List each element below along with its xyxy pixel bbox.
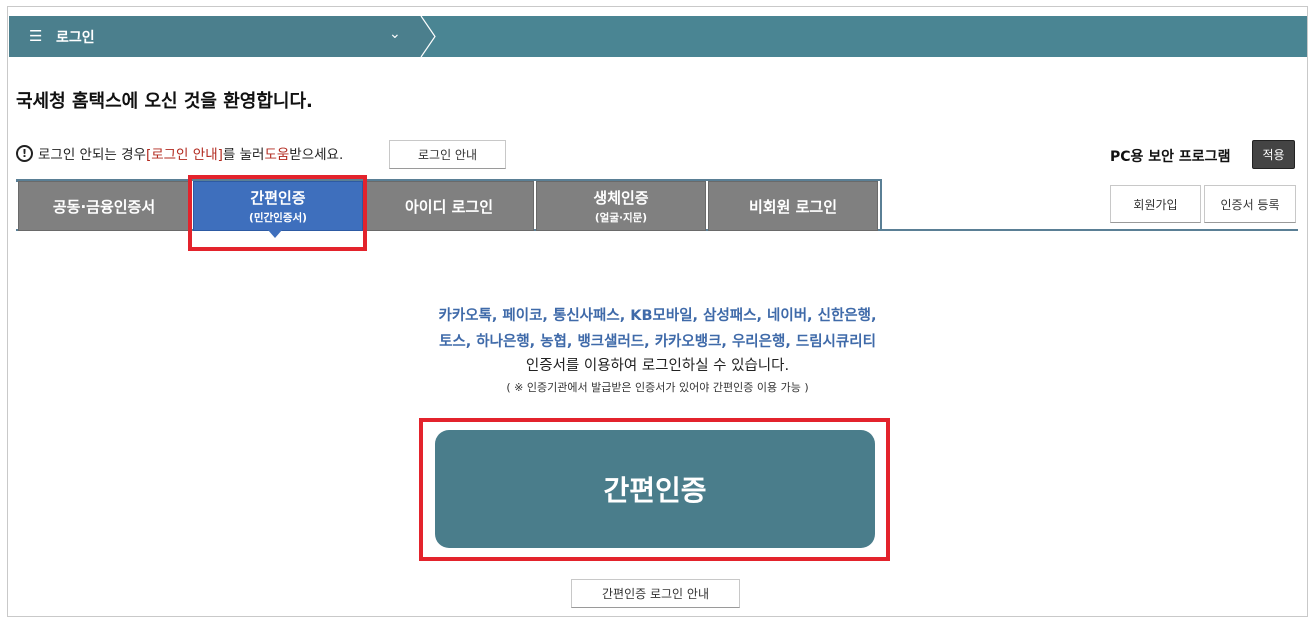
tab-sublabel: (얼굴·지문) bbox=[594, 212, 648, 224]
tab-id-login[interactable]: 아이디 로그인 bbox=[364, 181, 534, 231]
help-suffix: 받으세요. bbox=[289, 147, 344, 163]
providers-line-2: 토스, 하나은행, 농협, 뱅크샐러드, 카카오뱅크, 우리은행, 드림시큐리티 bbox=[439, 334, 876, 350]
chevron-down-icon[interactable]: ⌄ bbox=[389, 26, 401, 42]
help-word: 도움 bbox=[264, 147, 290, 163]
login-note: ( ※ 인증기관에서 발급받은 인증서가 있어야 간편인증 이용 가능 ) bbox=[506, 381, 809, 394]
menu-icon[interactable]: ☰ bbox=[29, 28, 42, 44]
help-prefix: 로그인 안되는 경우 bbox=[38, 147, 146, 163]
simple-auth-button[interactable]: 간편인증 bbox=[435, 430, 875, 548]
tab-group-right-border bbox=[880, 179, 882, 231]
tab-guest-login[interactable]: 비회원 로그인 bbox=[708, 181, 878, 231]
login-guide-button[interactable]: 로그인 안내 bbox=[389, 140, 506, 169]
register-certificate-button[interactable]: 인증서 등록 bbox=[1204, 185, 1296, 223]
join-button[interactable]: 회원가입 bbox=[1110, 185, 1201, 223]
login-tabs: 공동·금융인증서 간편인증 (민간인증서) 아이디 로그인 생체인증 (얼굴·지… bbox=[16, 179, 882, 231]
tab-label: 아이디 로그인 bbox=[404, 197, 494, 216]
security-apply-button[interactable]: 적용 bbox=[1252, 140, 1295, 169]
login-help-text: ! 로그인 안되는 경우 [로그인 안내] 를 눌러 도움 받으세요. bbox=[16, 143, 343, 163]
security-program-label: PC용 보안 프로그램 bbox=[1110, 149, 1231, 165]
top-navigation-bar: ☰ 로그인 ⌄ bbox=[9, 16, 1307, 57]
tab-joint-certificate[interactable]: 공동·금융인증서 bbox=[18, 181, 190, 231]
simple-auth-guide-button[interactable]: 간편인증 로그인 안내 bbox=[571, 579, 740, 608]
providers-line-1: 카카오톡, 페이코, 통신사패스, KB모바일, 삼성패스, 네이버, 신한은행… bbox=[438, 308, 877, 324]
welcome-heading: 국세청 홈택스에 오신 것을 환영합니다. bbox=[16, 91, 313, 112]
tab-label: 공동·금융인증서 bbox=[52, 197, 156, 216]
login-description: 인증서를 이용하여 로그인하실 수 있습니다. bbox=[525, 358, 790, 374]
breadcrumb-separator-icon bbox=[415, 16, 436, 57]
tab-label: 생체인증 bbox=[593, 189, 649, 207]
tab-biometric[interactable]: 생체인증 (얼굴·지문) bbox=[536, 181, 706, 231]
warning-circle-icon: ! bbox=[16, 144, 33, 162]
help-middle: 를 눌러 bbox=[222, 147, 265, 163]
breadcrumb-label: 로그인 bbox=[56, 30, 95, 46]
highlight-box-tab bbox=[188, 175, 367, 251]
breadcrumb[interactable]: ☰ 로그인 ⌄ bbox=[9, 16, 421, 57]
tab-label: 비회원 로그인 bbox=[748, 197, 838, 216]
help-link-text: [로그인 안내] bbox=[145, 147, 223, 163]
